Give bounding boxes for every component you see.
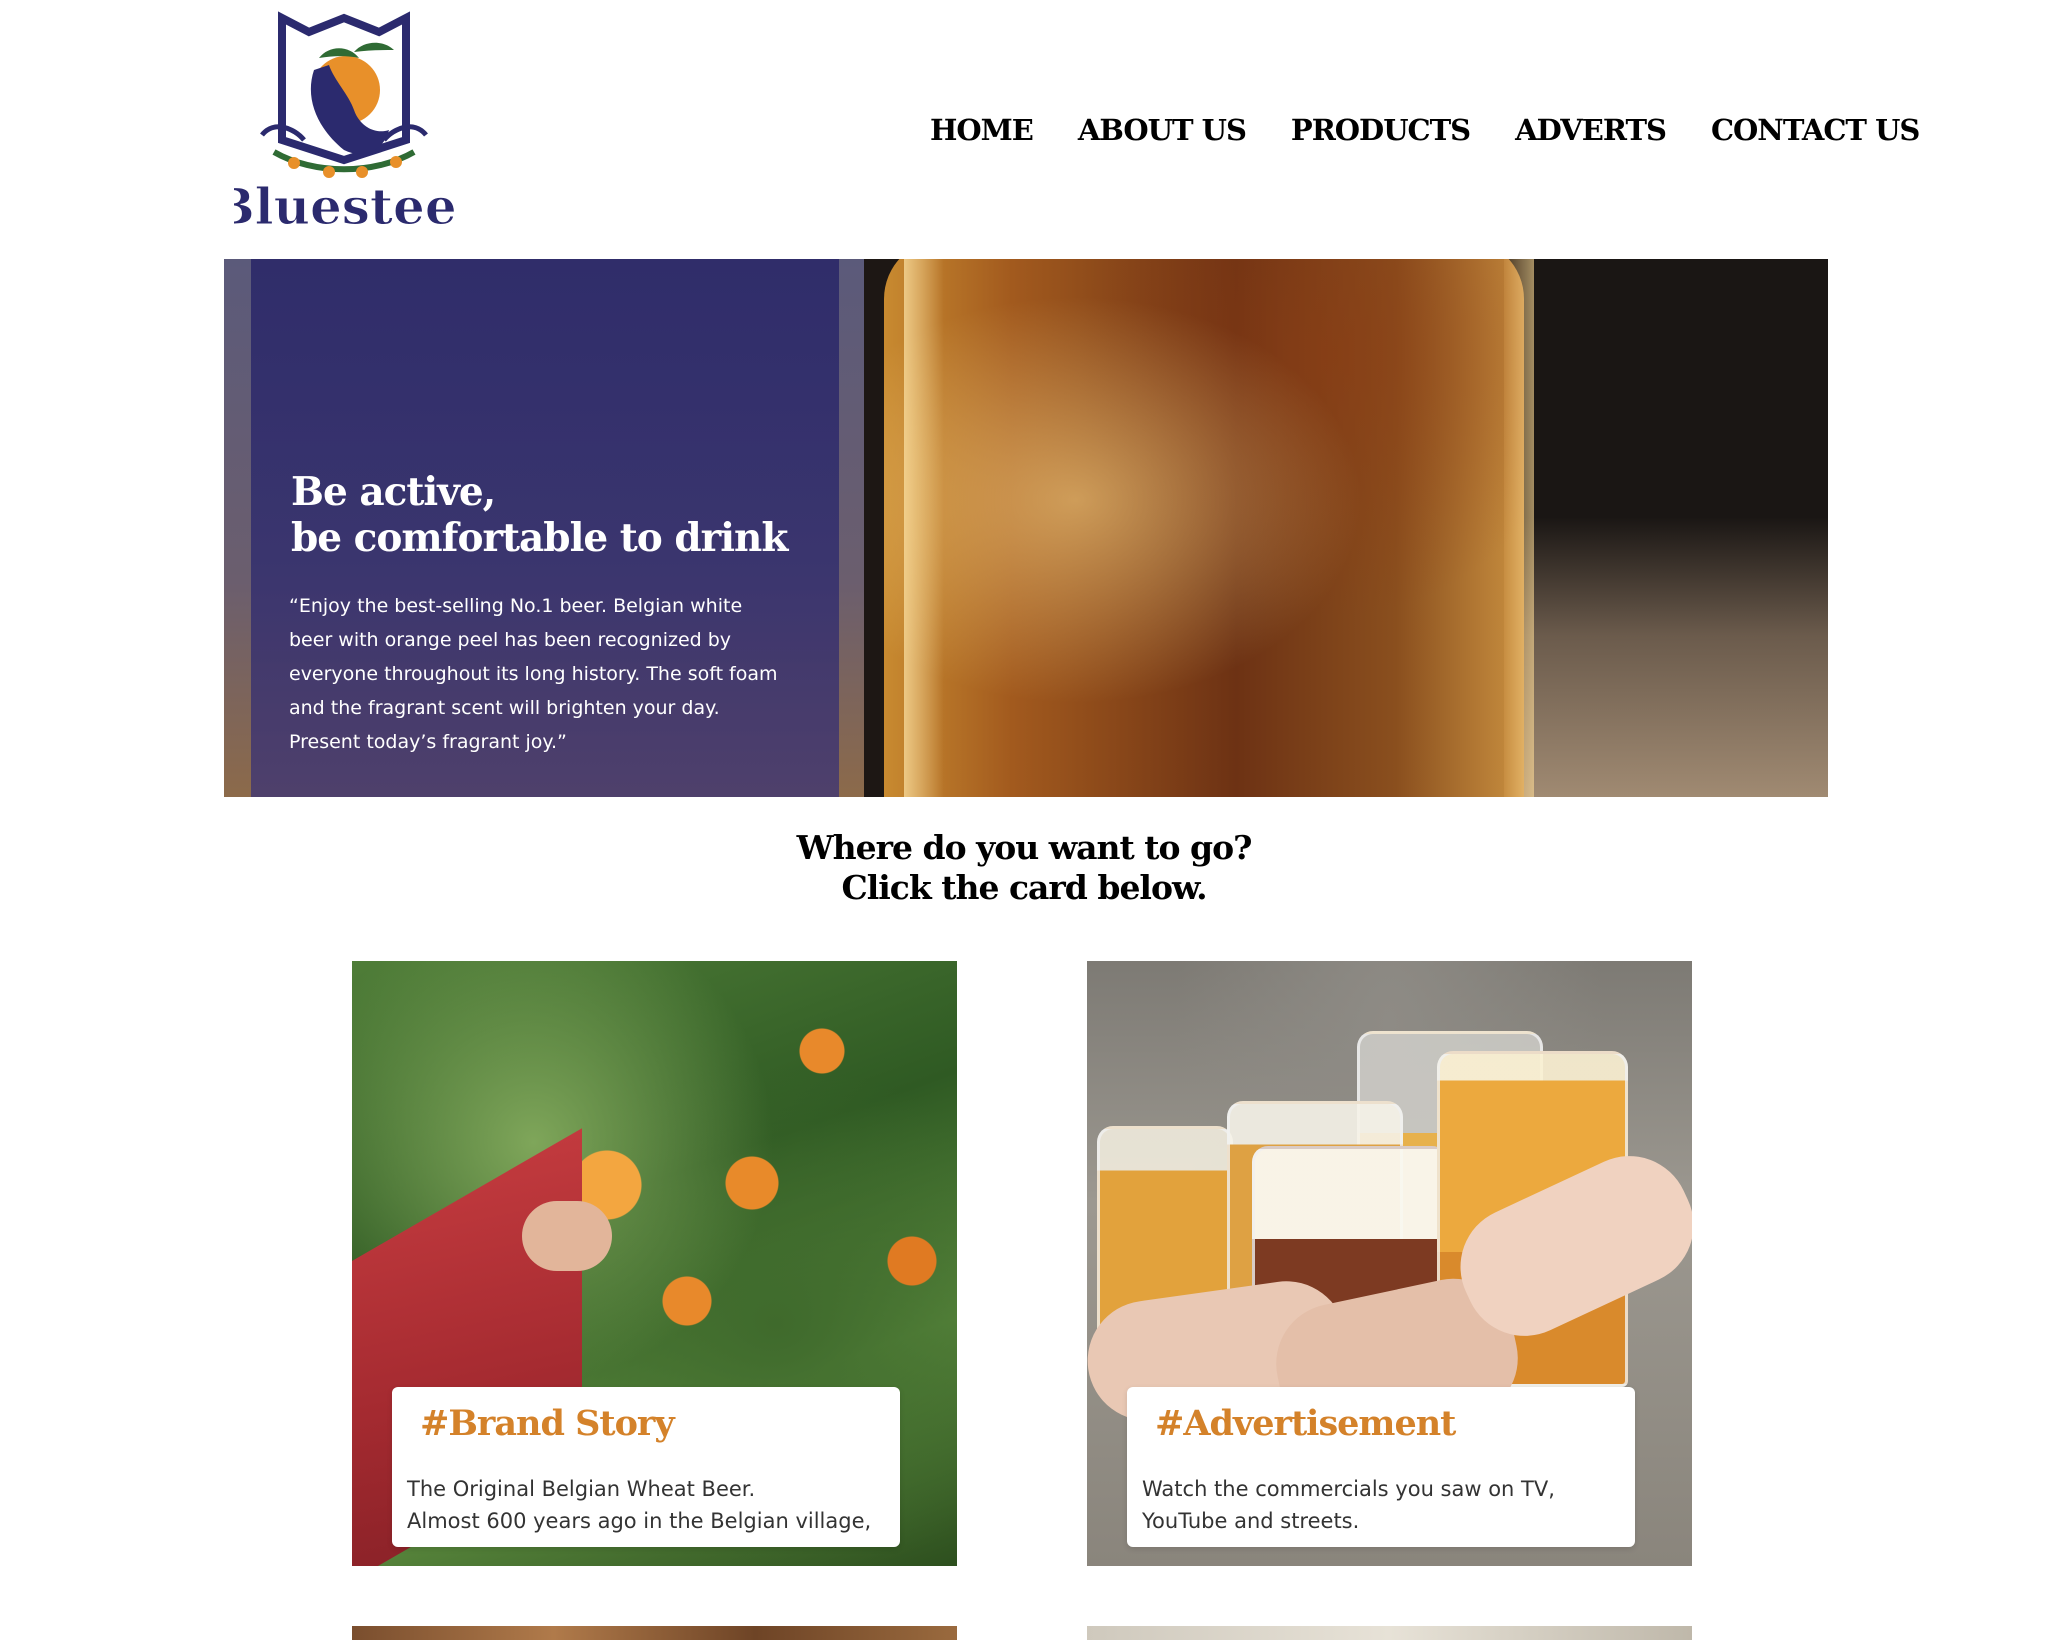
card-description-line1: The Original Belgian Wheat Beer. [407, 1477, 756, 1501]
card-brand-story[interactable]: #Brand Story The Original Belgian Wheat … [352, 961, 957, 1566]
main-nav: HOME ABOUT US PRODUCTS ADVERTS CONTACT U… [930, 110, 1920, 150]
hero-title-line1: Be active, [291, 469, 496, 515]
section-heading: Where do you want to go? Click the card … [0, 828, 2048, 908]
nav-adverts[interactable]: ADVERTS [1515, 113, 1667, 147]
section-heading-line1: Where do you want to go? [796, 828, 1253, 867]
hero-beer-glass-image [884, 259, 1524, 797]
card-description: Watch the commercials you saw on TV, You… [1142, 1473, 1622, 1537]
bluesteel-crest-icon: Bluesteel [234, 11, 454, 235]
nav-products[interactable]: PRODUCTS [1291, 113, 1471, 147]
card-description-line2: Almost 600 years ago in the Belgian vill… [407, 1509, 872, 1533]
card-title: #Brand Story [420, 1403, 675, 1444]
hero-beer-highlight [904, 259, 944, 797]
hero-body-text: “Enjoy the best-selling No.1 beer. Belgi… [289, 595, 778, 753]
nav-about-us[interactable]: ABOUT US [1078, 113, 1247, 147]
hero-title: Be active, be comfortable to drink [291, 469, 788, 561]
card-next-row-right[interactable] [1087, 1626, 1692, 1640]
picker-hand-image [522, 1201, 612, 1271]
hero-background-right [1524, 259, 1828, 797]
hero-title-line2: be comfortable to drink [291, 515, 788, 561]
card-description-line1: Watch the commercials you saw on TV, [1142, 1477, 1555, 1501]
hero-beer-edge [1504, 259, 1534, 797]
brand-logo[interactable]: Bluesteel [234, 10, 454, 235]
brand-wordmark: Bluesteel [234, 177, 454, 235]
card-description: The Original Belgian Wheat Beer. Almost … [407, 1473, 887, 1537]
card-next-row-left[interactable] [352, 1626, 957, 1640]
card-description-line2: YouTube and streets. [1142, 1509, 1360, 1533]
card-title: #Advertisement [1155, 1403, 1456, 1444]
card-caption: #Brand Story The Original Belgian Wheat … [392, 1387, 900, 1547]
card-caption: #Advertisement Watch the commercials you… [1127, 1387, 1635, 1547]
section-heading-line2: Click the card below. [841, 868, 1207, 907]
hero-banner: Be active, be comfortable to drink “Enjo… [224, 259, 1828, 797]
card-advertisement[interactable]: #Advertisement Watch the commercials you… [1087, 961, 1692, 1566]
nav-contact-us[interactable]: CONTACT US [1711, 113, 1920, 147]
nav-home[interactable]: HOME [930, 113, 1034, 147]
